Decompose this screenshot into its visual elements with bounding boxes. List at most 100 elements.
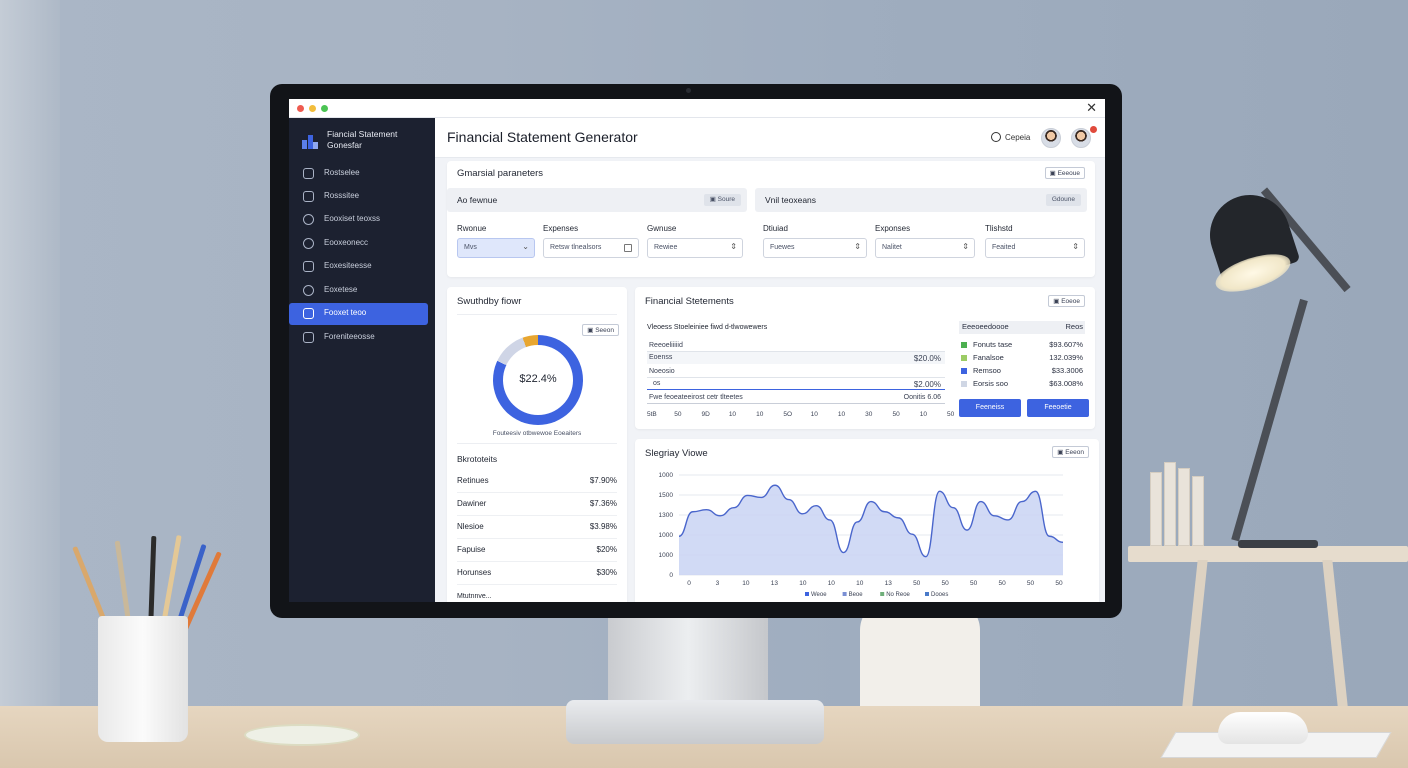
sidebar-item-3[interactable]: Eooxiset teoxss (289, 209, 429, 231)
dividend-stepper[interactable]: Fuewes ⇕ (763, 238, 867, 258)
sidebar-item-label: Eoxetese (324, 285, 358, 294)
field-value: Fuewes (770, 244, 795, 251)
statements-primary-button-1[interactable]: Feeneiss (959, 399, 1021, 417)
parameters-action-button[interactable]: ▣ Eeeoue (1044, 167, 1085, 179)
legend-swatch (961, 368, 967, 374)
distribution-title: Swuthdby fiowr (457, 296, 522, 307)
total-stepper[interactable]: Feaited ⇕ (985, 238, 1085, 258)
legend-header-value: Reos (1065, 322, 1083, 331)
x-tick-label: 0 (687, 580, 691, 587)
breakdown-value: $3.98% (589, 522, 617, 531)
sidebar-item-label: Foreniteeosse (324, 332, 375, 341)
axis-tick-label: 5O (783, 411, 793, 418)
legend-label: Beoe (849, 592, 864, 598)
window-close-dot[interactable] (297, 105, 304, 112)
x-tick-label: 50 (998, 580, 1006, 587)
x-tick-label: 3 (716, 580, 720, 587)
legend-swatch (961, 381, 967, 387)
distribution-action-button[interactable]: ▣ Seeon (582, 324, 619, 336)
axis-tick-label: 50 (947, 411, 955, 418)
divider (457, 314, 617, 315)
revenue-select[interactable]: Mvs ⌄ (457, 238, 535, 258)
y-tick-label: 1000 (659, 472, 674, 479)
stepper-icon[interactable]: ⇕ (1072, 242, 1079, 251)
legend-header: Eeeoeedoooe Reos (959, 321, 1085, 334)
field-label: Exponses (875, 224, 911, 233)
x-tick-label: 13 (885, 580, 893, 587)
statement-line-value: $2.00% (913, 380, 941, 389)
axis-tick-label: 10 (810, 411, 818, 418)
sidebar-item-label: Eooxeonecc (324, 238, 369, 247)
breakdown-row: Dawiner $7.36% (457, 494, 617, 516)
parameters-card: Gmarsial paraneters ▣ Eeeoue Ao fewnue ▣… (447, 161, 1095, 277)
statement-line: Noeosio (647, 366, 945, 378)
legend-name: Eorsis soo (973, 379, 1009, 388)
x-tick-label: 10 (856, 580, 864, 587)
expenses-field[interactable]: Retsw tlnealsors (543, 238, 639, 258)
statements-primary-button-2[interactable]: Feeoetie (1027, 399, 1089, 417)
statements-card: Financial Stetements ▣ Eoeoe Vleoess Sto… (635, 287, 1095, 429)
axis-tick-label: 10 (919, 411, 927, 418)
statements-action-label: Eoeoe (1061, 298, 1080, 305)
revenue-section-bar[interactable]: Ao fewnue ▣ Soure (447, 188, 747, 212)
close-icon[interactable]: ✕ (1086, 101, 1097, 115)
summary-area-chart: 1000 1500 1300 1000 1000 0 0 3 10 13 10 10 10 13 50 50 5… (659, 472, 1064, 598)
breakdown-row: Horunses $30% (457, 563, 617, 585)
sidebar-item-4[interactable]: Eooxeonecc (289, 233, 429, 255)
shelf-books (1150, 462, 1210, 546)
legend-row: Fonuts tase $93.607% (959, 339, 1085, 352)
legend-value: 132.039% (1049, 353, 1083, 362)
breakdown-row: Retinues $7.90% (457, 471, 617, 493)
statement-line-label: Fwe feoeateeirost cetr tlteetes (649, 394, 743, 401)
x-tick-label: 10 (742, 580, 750, 587)
target-icon (303, 238, 314, 249)
avatar-secondary[interactable] (1071, 128, 1091, 148)
breakdown-row: Fapuise $20% (457, 540, 617, 562)
revenue-section-chip[interactable]: ▣ Soure (703, 194, 741, 206)
expenses-section-bar[interactable]: Vnil teoxeans Gdoune (755, 188, 1087, 212)
brand[interactable]: Fiancial Statement Gonesfar (301, 128, 431, 158)
sidebar-item-7[interactable]: Fooxet teoo (289, 303, 428, 325)
legend-swatch (925, 592, 929, 596)
window-titlebar: ✕ (289, 99, 1105, 118)
app-window: ✕ Fiancial Statement Gonesfar Rostselee … (289, 99, 1105, 602)
avatar[interactable] (1041, 128, 1061, 148)
area-fill (679, 485, 1063, 575)
expenses-section-chip[interactable]: Gdoune (1045, 194, 1081, 206)
revenue-section-label: Ao fewnue (457, 195, 498, 205)
expense-stepper[interactable]: Nalitet ⇕ (875, 238, 975, 258)
field-value: Retsw tlnealsors (550, 244, 602, 251)
header: Financial Statement Generator Cepeia (435, 118, 1105, 158)
breakdown-title: Bkrototeits (457, 454, 498, 464)
field-label: Tlishstd (985, 224, 1013, 233)
stepper-icon[interactable]: ⇕ (962, 242, 969, 251)
home-icon (303, 168, 314, 179)
legend-name: Fonuts tase (973, 340, 1013, 349)
field-value: Mvs (464, 244, 477, 251)
stepper-icon[interactable]: ⇕ (854, 242, 861, 251)
donut-caption: Fouteesiv otbwewoe Eoeaiters (492, 430, 582, 437)
sidebar-item-label: Fooxet teoo (324, 308, 367, 317)
breakdown-value: $20% (596, 545, 617, 554)
sidebar-item-1[interactable]: Rostselee (289, 163, 429, 185)
statement-line: Eoenss $20.0% (647, 352, 945, 364)
sidebar-item-label: Rostselee (324, 168, 360, 177)
checkbox-icon[interactable] (624, 244, 632, 252)
window-maximize-dot[interactable] (321, 105, 328, 112)
breakdown-label: Retinues (457, 476, 489, 485)
sidebar-item-8[interactable]: Foreniteeosse (289, 327, 429, 349)
donut-chart: $22.4% (493, 335, 583, 425)
window-minimize-dot[interactable] (309, 105, 316, 112)
stepper-icon[interactable]: ⇕ (730, 242, 737, 251)
gross-stepper[interactable]: Rewiee ⇕ (647, 238, 743, 258)
chevron-down-icon: ⌄ (522, 242, 529, 251)
sidebar-item-6[interactable]: Eoxetese (289, 280, 429, 302)
notification-badge (1090, 126, 1097, 133)
sidebar-item-5[interactable]: Eoxesiteesse (289, 256, 429, 278)
wall-shadow (0, 0, 60, 706)
y-tick-label: 1000 (659, 532, 674, 539)
breakdown-label: Dawiner (457, 499, 487, 508)
divider (457, 443, 617, 444)
sidebar-item-2[interactable]: Rosssitee (289, 186, 429, 208)
statements-action-button[interactable]: ▣ Eoeoe (1048, 295, 1085, 307)
